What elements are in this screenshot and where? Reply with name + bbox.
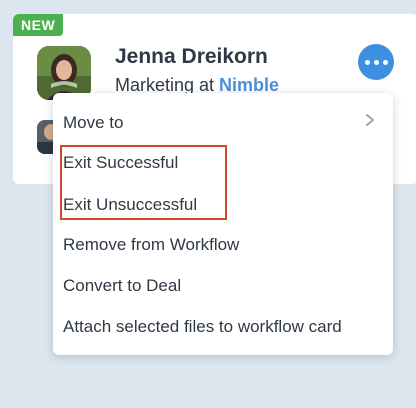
- role-text: Marketing at: [115, 75, 220, 95]
- more-horizontal-icon: [364, 59, 370, 65]
- menu-item-attach-files[interactable]: Attach selected files to workflow card: [63, 317, 342, 337]
- menu-item-exit-successful[interactable]: Exit Successful: [63, 153, 178, 173]
- more-horizontal-icon: [373, 59, 379, 65]
- new-badge: NEW: [13, 14, 64, 36]
- menu-item-exit-unsuccessful[interactable]: Exit Unsuccessful: [63, 195, 197, 215]
- avatar-photo: [37, 46, 91, 100]
- menu-item-remove-from-workflow[interactable]: Remove from Workflow: [63, 235, 239, 255]
- chevron-right-icon: [366, 114, 374, 126]
- menu-item-move-to[interactable]: Move to: [63, 113, 123, 133]
- actions-menu: Move to Exit Successful Exit Unsuccessfu…: [53, 93, 393, 355]
- menu-item-convert-to-deal[interactable]: Convert to Deal: [63, 276, 181, 296]
- more-options-button[interactable]: [358, 44, 394, 80]
- avatar: [37, 46, 91, 100]
- contact-name[interactable]: Jenna Dreikorn: [115, 45, 268, 69]
- company-link[interactable]: Nimble: [219, 75, 279, 95]
- more-horizontal-icon: [382, 59, 388, 65]
